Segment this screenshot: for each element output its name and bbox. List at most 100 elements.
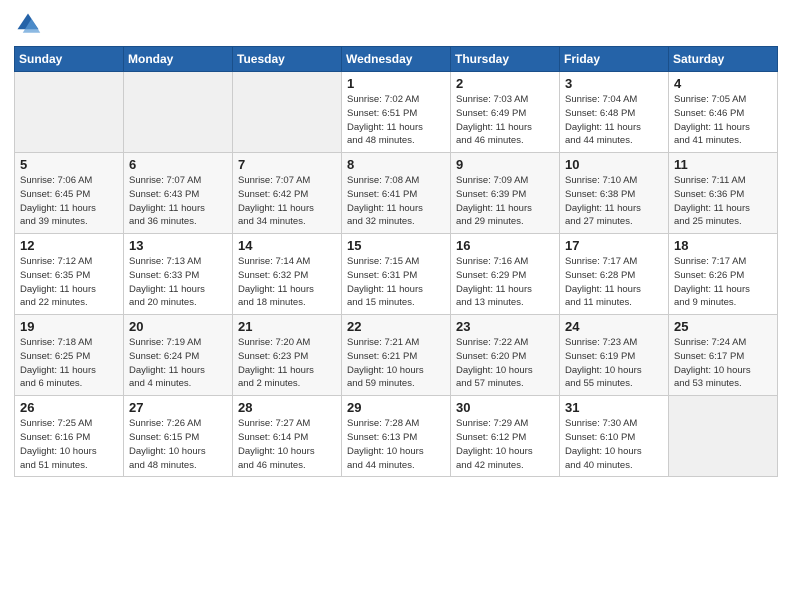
day-info: Sunrise: 7:20 AM Sunset: 6:23 PM Dayligh… [238,336,336,391]
day-info: Sunrise: 7:06 AM Sunset: 6:45 PM Dayligh… [20,174,118,229]
day-info: Sunrise: 7:21 AM Sunset: 6:21 PM Dayligh… [347,336,445,391]
day-number: 23 [456,319,554,334]
day-info: Sunrise: 7:05 AM Sunset: 6:46 PM Dayligh… [674,93,772,148]
day-info: Sunrise: 7:15 AM Sunset: 6:31 PM Dayligh… [347,255,445,310]
calendar-cell: 5 Sunrise: 7:06 AM Sunset: 6:45 PM Daylig… [15,153,124,234]
calendar-cell: 22 Sunrise: 7:21 AM Sunset: 6:21 PM Dayli… [342,315,451,396]
weekday-header-monday: Monday [124,47,233,72]
day-number: 25 [674,319,772,334]
calendar-cell: 29 Sunrise: 7:28 AM Sunset: 6:13 PM Dayli… [342,396,451,477]
day-info: Sunrise: 7:12 AM Sunset: 6:35 PM Dayligh… [20,255,118,310]
day-number: 10 [565,157,663,172]
day-info: Sunrise: 7:02 AM Sunset: 6:51 PM Dayligh… [347,93,445,148]
day-number: 24 [565,319,663,334]
day-number: 28 [238,400,336,415]
day-info: Sunrise: 7:25 AM Sunset: 6:16 PM Dayligh… [20,417,118,472]
week-row-4: 26Sunrise: 7:25 AM Sunset: 6:16 PM Dayli… [15,396,778,477]
calendar-cell: 9 Sunrise: 7:09 AM Sunset: 6:39 PM Daylig… [451,153,560,234]
day-info: Sunrise: 7:07 AM Sunset: 6:43 PM Dayligh… [129,174,227,229]
day-number: 29 [347,400,445,415]
day-info: Sunrise: 7:04 AM Sunset: 6:48 PM Dayligh… [565,93,663,148]
day-number: 22 [347,319,445,334]
weekday-header-tuesday: Tuesday [233,47,342,72]
day-number: 20 [129,319,227,334]
weekday-header-sunday: Sunday [15,47,124,72]
day-number: 12 [20,238,118,253]
calendar-cell: 16 Sunrise: 7:16 AM Sunset: 6:29 PM Dayli… [451,234,560,315]
day-number: 2 [456,76,554,91]
calendar-cell: 21 Sunrise: 7:20 AM Sunset: 6:23 PM Dayli… [233,315,342,396]
day-number: 14 [238,238,336,253]
day-info: Sunrise: 7:03 AM Sunset: 6:49 PM Dayligh… [456,93,554,148]
day-number: 30 [456,400,554,415]
weekday-header-row: SundayMondayTuesdayWednesdayThursdayFrid… [15,47,778,72]
day-number: 1 [347,76,445,91]
weekday-header-saturday: Saturday [669,47,778,72]
day-info: Sunrise: 7:09 AM Sunset: 6:39 PM Dayligh… [456,174,554,229]
calendar-cell: 26Sunrise: 7:25 AM Sunset: 6:16 PM Dayli… [15,396,124,477]
day-number: 15 [347,238,445,253]
calendar-cell: 15 Sunrise: 7:15 AM Sunset: 6:31 PM Dayli… [342,234,451,315]
day-number: 5 [20,157,118,172]
calendar-cell: 4 Sunrise: 7:05 AM Sunset: 6:46 PM Daylig… [669,72,778,153]
day-info: Sunrise: 7:29 AM Sunset: 6:12 PM Dayligh… [456,417,554,472]
day-info: Sunrise: 7:19 AM Sunset: 6:24 PM Dayligh… [129,336,227,391]
day-number: 8 [347,157,445,172]
day-number: 16 [456,238,554,253]
calendar-cell: 11 Sunrise: 7:11 AM Sunset: 6:36 PM Dayli… [669,153,778,234]
week-row-0: 1 Sunrise: 7:02 AM Sunset: 6:51 PM Daylig… [15,72,778,153]
day-info: Sunrise: 7:18 AM Sunset: 6:25 PM Dayligh… [20,336,118,391]
day-info: Sunrise: 7:17 AM Sunset: 6:26 PM Dayligh… [674,255,772,310]
day-number: 19 [20,319,118,334]
day-info: Sunrise: 7:07 AM Sunset: 6:42 PM Dayligh… [238,174,336,229]
weekday-header-friday: Friday [560,47,669,72]
day-info: Sunrise: 7:30 AM Sunset: 6:10 PM Dayligh… [565,417,663,472]
calendar-cell: 27Sunrise: 7:26 AM Sunset: 6:15 PM Dayli… [124,396,233,477]
calendar-cell: 17Sunrise: 7:17 AM Sunset: 6:28 PM Dayli… [560,234,669,315]
calendar: SundayMondayTuesdayWednesdayThursdayFrid… [14,46,778,477]
day-number: 4 [674,76,772,91]
week-row-3: 19 Sunrise: 7:18 AM Sunset: 6:25 PM Dayli… [15,315,778,396]
header [14,10,778,38]
day-number: 11 [674,157,772,172]
logo [14,10,44,38]
calendar-cell [15,72,124,153]
day-number: 3 [565,76,663,91]
calendar-cell: 2 Sunrise: 7:03 AM Sunset: 6:49 PM Daylig… [451,72,560,153]
day-number: 27 [129,400,227,415]
calendar-cell: 8 Sunrise: 7:08 AM Sunset: 6:41 PM Daylig… [342,153,451,234]
calendar-cell: 23 Sunrise: 7:22 AM Sunset: 6:20 PM Dayli… [451,315,560,396]
week-row-2: 12 Sunrise: 7:12 AM Sunset: 6:35 PM Dayli… [15,234,778,315]
page: SundayMondayTuesdayWednesdayThursdayFrid… [0,0,792,612]
calendar-cell [233,72,342,153]
day-info: Sunrise: 7:23 AM Sunset: 6:19 PM Dayligh… [565,336,663,391]
weekday-header-thursday: Thursday [451,47,560,72]
day-number: 17 [565,238,663,253]
day-info: Sunrise: 7:13 AM Sunset: 6:33 PM Dayligh… [129,255,227,310]
day-number: 21 [238,319,336,334]
calendar-cell: 6 Sunrise: 7:07 AM Sunset: 6:43 PM Daylig… [124,153,233,234]
day-number: 9 [456,157,554,172]
day-number: 13 [129,238,227,253]
calendar-cell: 10Sunrise: 7:10 AM Sunset: 6:38 PM Dayli… [560,153,669,234]
day-info: Sunrise: 7:11 AM Sunset: 6:36 PM Dayligh… [674,174,772,229]
calendar-cell: 28Sunrise: 7:27 AM Sunset: 6:14 PM Dayli… [233,396,342,477]
day-info: Sunrise: 7:16 AM Sunset: 6:29 PM Dayligh… [456,255,554,310]
calendar-cell: 20 Sunrise: 7:19 AM Sunset: 6:24 PM Dayli… [124,315,233,396]
day-info: Sunrise: 7:22 AM Sunset: 6:20 PM Dayligh… [456,336,554,391]
day-info: Sunrise: 7:28 AM Sunset: 6:13 PM Dayligh… [347,417,445,472]
calendar-cell [669,396,778,477]
day-number: 31 [565,400,663,415]
week-row-1: 5 Sunrise: 7:06 AM Sunset: 6:45 PM Daylig… [15,153,778,234]
day-number: 6 [129,157,227,172]
calendar-cell: 24 Sunrise: 7:23 AM Sunset: 6:19 PM Dayli… [560,315,669,396]
calendar-cell: 31 Sunrise: 7:30 AM Sunset: 6:10 PM Dayli… [560,396,669,477]
calendar-cell: 18 Sunrise: 7:17 AM Sunset: 6:26 PM Dayli… [669,234,778,315]
day-number: 18 [674,238,772,253]
day-info: Sunrise: 7:14 AM Sunset: 6:32 PM Dayligh… [238,255,336,310]
calendar-cell: 19 Sunrise: 7:18 AM Sunset: 6:25 PM Dayli… [15,315,124,396]
day-info: Sunrise: 7:08 AM Sunset: 6:41 PM Dayligh… [347,174,445,229]
calendar-cell: 30 Sunrise: 7:29 AM Sunset: 6:12 PM Dayli… [451,396,560,477]
calendar-cell: 25Sunrise: 7:24 AM Sunset: 6:17 PM Dayli… [669,315,778,396]
weekday-header-wednesday: Wednesday [342,47,451,72]
